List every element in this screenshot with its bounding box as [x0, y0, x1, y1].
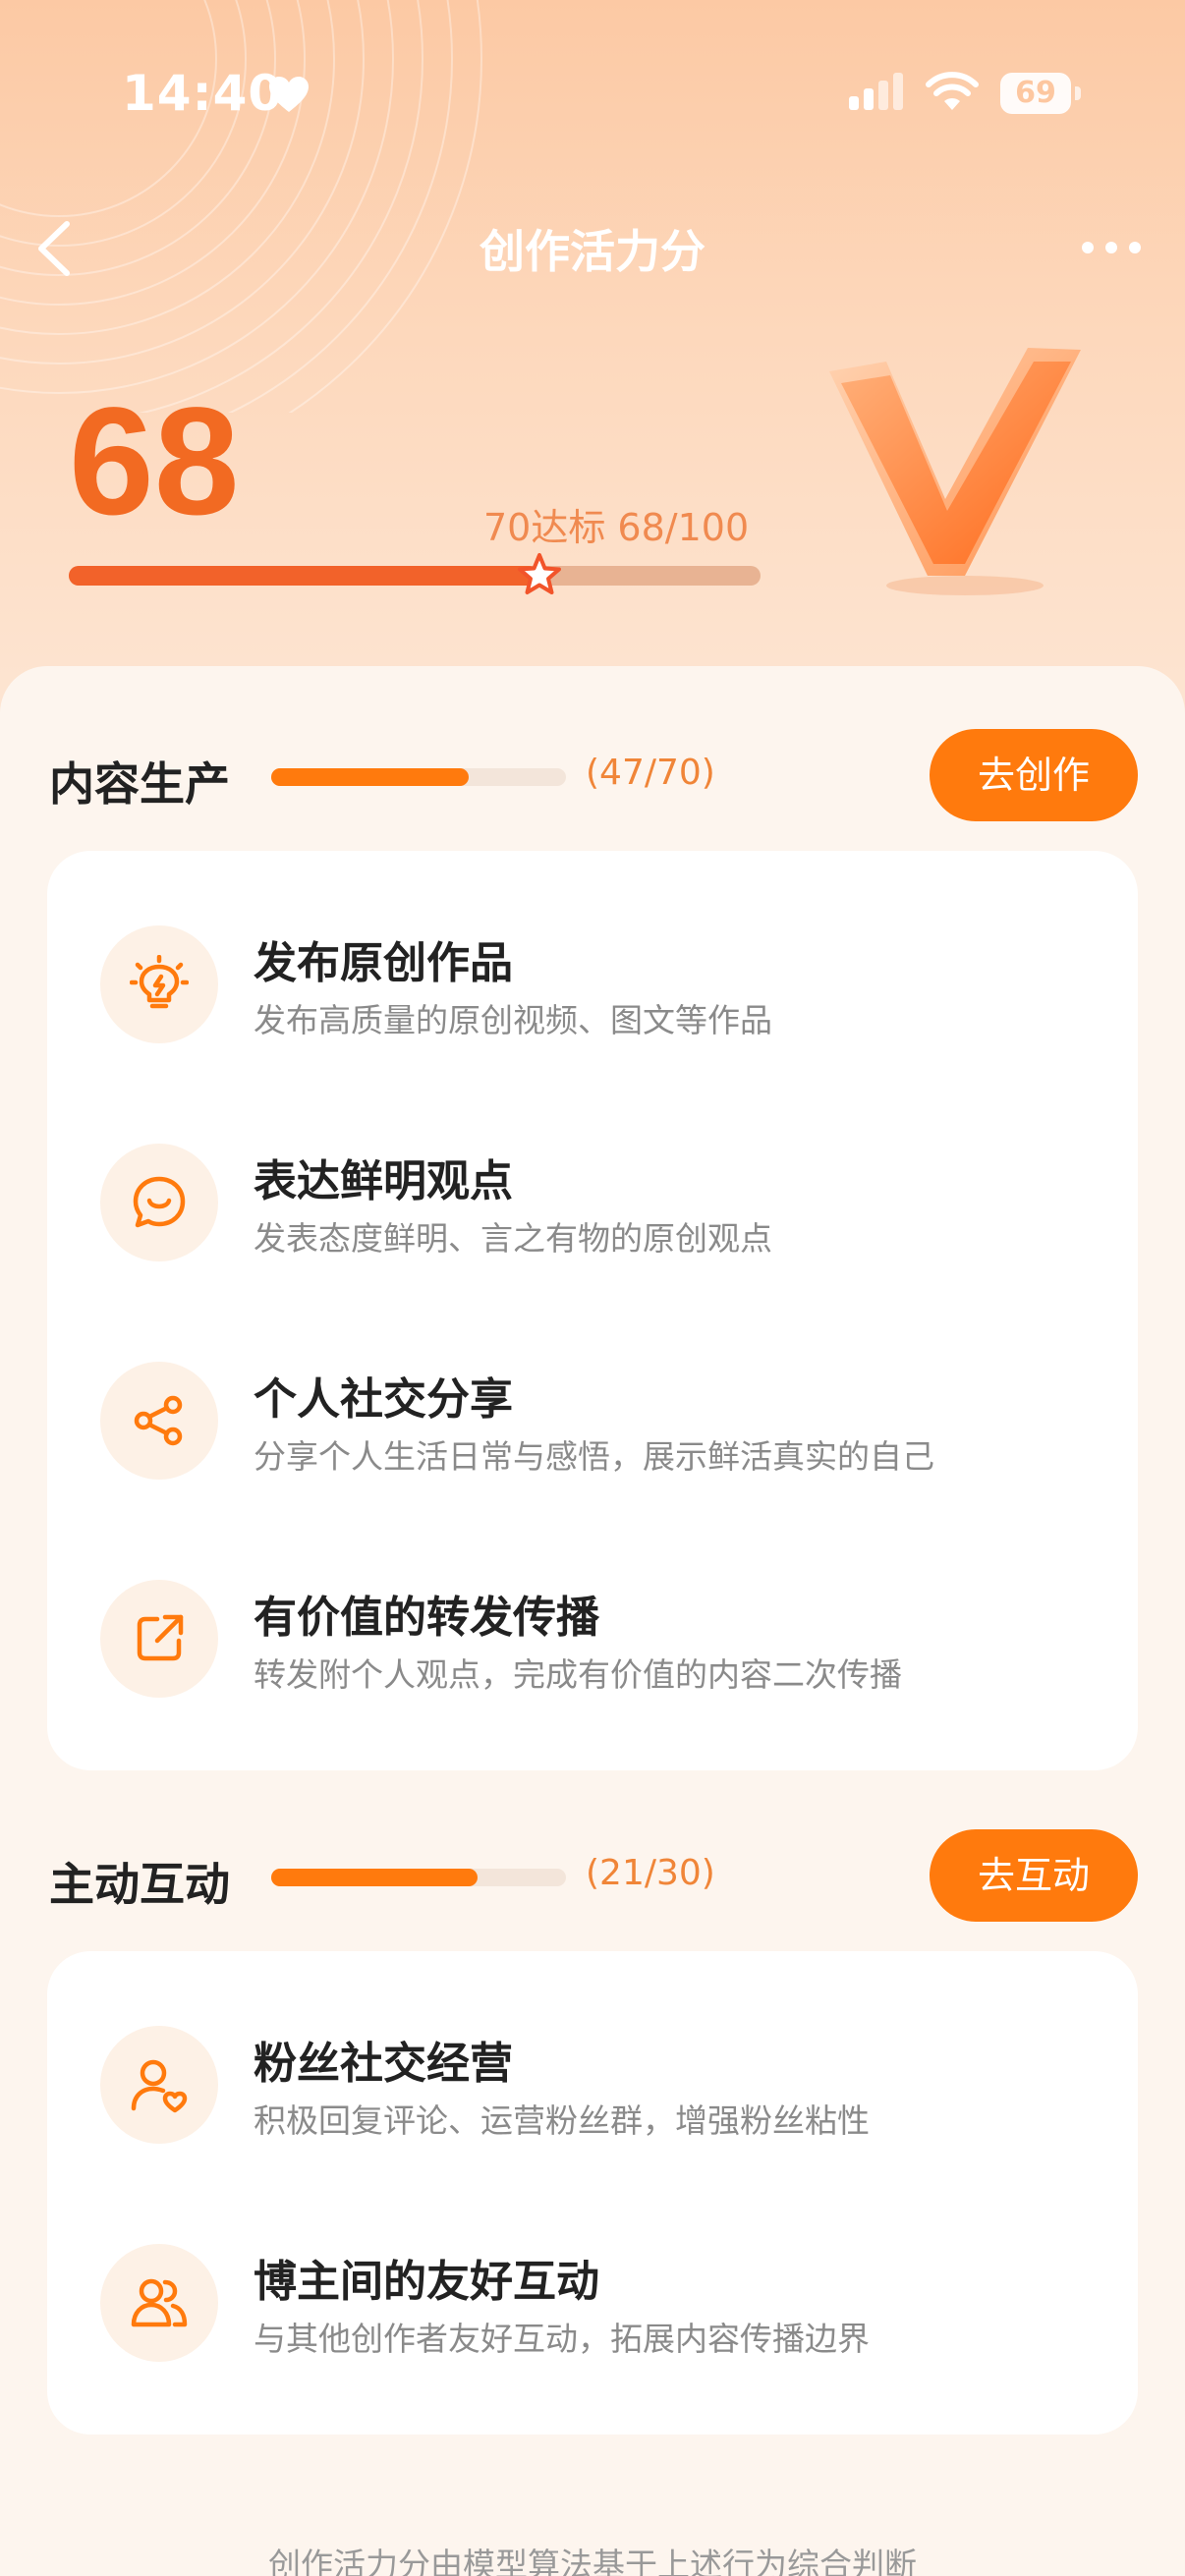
two-users-icon	[131, 2278, 188, 2327]
item-icon-wrap	[100, 925, 218, 1043]
score-progress-bar	[69, 553, 761, 594]
item-title: 表达鲜明观点	[254, 1156, 513, 1206]
section-progress-bar	[271, 1869, 566, 1886]
score-target-text: 70达标 68/100	[483, 506, 750, 549]
hero-header: 14:40 69 创作活力分 68 70达标 68/100	[0, 0, 1185, 747]
section-interaction-header: 主动互动 (21/30) 去互动	[0, 1829, 1185, 1924]
section-progress-bar	[271, 768, 566, 786]
item-description: 转发附个人观点，完成有价值的内容二次传播	[254, 1655, 902, 1694]
section-content-production-header: 内容生产 (47/70) 去创作	[0, 729, 1185, 823]
battery-indicator: 69	[1000, 73, 1081, 114]
interaction-card: 粉丝社交经营 积极回复评论、运营粉丝群，增强粉丝粘性 博主间的友好互动 与其他创…	[47, 1951, 1138, 2435]
item-description: 发表态度鲜明、言之有物的原创观点	[254, 1219, 772, 1258]
battery-level: 69	[1015, 76, 1056, 110]
activity-score: 68	[69, 376, 240, 547]
section-count: (47/70)	[586, 753, 715, 793]
list-item[interactable]: 个人社交分享 分享个人生活日常与感悟，展示鲜活真实的自己	[47, 1287, 1138, 1505]
section-title: 内容生产	[49, 757, 230, 811]
go-create-button[interactable]: 去创作	[930, 729, 1138, 821]
item-icon-wrap	[100, 1580, 218, 1698]
list-item[interactable]: 博主间的友好互动 与其他创作者友好互动，拓展内容传播边界	[47, 2169, 1138, 2387]
item-title: 发布原创作品	[254, 938, 513, 988]
item-icon-wrap	[100, 2244, 218, 2362]
fan-user-heart-icon	[131, 2059, 188, 2113]
list-item[interactable]: 粉丝社交经营 积极回复评论、运营粉丝群，增强粉丝粘性	[47, 1951, 1138, 2169]
item-title: 个人社交分享	[254, 1374, 513, 1425]
list-item[interactable]: 有价值的转发传播 转发附个人观点，完成有价值的内容二次传播	[47, 1505, 1138, 1723]
status-time: 14:40	[122, 65, 284, 122]
item-description: 分享个人生活日常与感悟，展示鲜活真实的自己	[254, 1437, 934, 1476]
section-count: (21/30)	[586, 1853, 715, 1893]
v-badge-logo	[829, 348, 1081, 595]
star-marker-icon	[517, 553, 561, 594]
list-item[interactable]: 表达鲜明观点 发表态度鲜明、言之有物的原创观点	[47, 1069, 1138, 1287]
share-icon	[134, 1395, 183, 1446]
footer-note: 创作活力分由模型算法基于上述行为综合判断	[268, 2546, 917, 2576]
item-title: 有价值的转发传播	[254, 1593, 599, 1643]
page-title: 创作活力分	[480, 225, 705, 278]
item-description: 发布高质量的原创视频、图文等作品	[254, 1001, 772, 1039]
wifi-icon	[926, 72, 979, 110]
item-icon-wrap	[100, 1144, 218, 1261]
go-interact-button[interactable]: 去互动	[930, 1829, 1138, 1922]
heart-icon	[269, 77, 309, 112]
content-production-card: 发布原创作品 发布高质量的原创视频、图文等作品 表达鲜明观点 发表态度鲜明、言之…	[47, 851, 1138, 1770]
section-title: 主动互动	[49, 1858, 230, 1911]
cellular-signal-icon	[849, 73, 903, 110]
item-icon-wrap	[100, 1362, 218, 1480]
item-title: 博主间的友好互动	[254, 2257, 599, 2307]
lightbulb-icon	[130, 955, 189, 1009]
item-description: 积极回复评论、运营粉丝群，增强粉丝粘性	[254, 2101, 870, 2140]
section-progress-fill	[271, 1869, 478, 1886]
more-options-icon[interactable]	[1079, 236, 1144, 259]
item-title: 粉丝社交经营	[254, 2039, 513, 2089]
score-progress-fill	[69, 566, 539, 586]
item-icon-wrap	[100, 2026, 218, 2144]
section-progress-fill	[271, 768, 470, 786]
forward-icon	[137, 1614, 184, 1661]
list-item[interactable]: 发布原创作品 发布高质量的原创视频、图文等作品	[47, 851, 1138, 1069]
item-description: 与其他创作者友好互动，拓展内容传播边界	[254, 2320, 870, 2358]
status-bar: 14:40 69	[0, 59, 1185, 138]
speech-bubble-icon	[133, 1176, 186, 1228]
